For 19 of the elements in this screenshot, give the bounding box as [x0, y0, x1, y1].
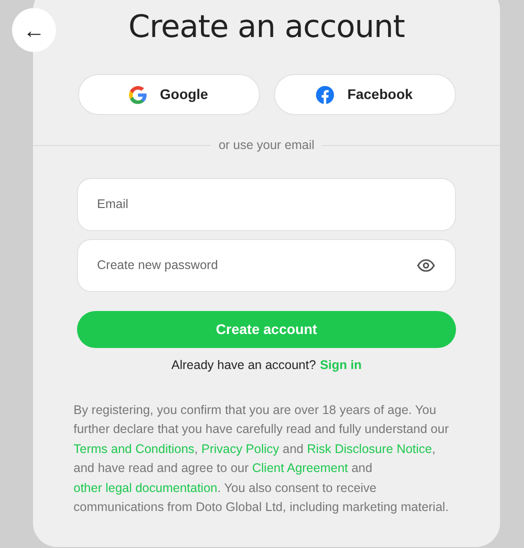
legal-link[interactable]: Client Agreement [252, 461, 348, 475]
signin-prompt: Already have an account? [171, 356, 316, 374]
back-button[interactable]: ← [12, 8, 56, 52]
facebook-button[interactable]: Facebook [274, 74, 456, 115]
divider-text: or use your email [218, 137, 316, 154]
legal-link[interactable]: Privacy Policy [201, 442, 280, 456]
facebook-icon [316, 86, 334, 104]
sign-in-link[interactable]: Sign in [320, 356, 362, 374]
google-button[interactable]: Google [78, 74, 260, 115]
disclaimer-text: By registering, you confirm that you are over 18 years of age. You further declare that you have carefully read and fully understand our Terms and Conditions, Privacy Policy and Risk Disclosure Notice, and have read and agree to our Client Agreement and other legal documentation. You also consent to receive communications from Doto Global Ltd, including marketing material. [74, 402, 450, 516]
password-field[interactable]: Create new password [77, 238, 456, 292]
google-icon [128, 86, 147, 104]
create-account-button[interactable]: Create account [77, 310, 456, 348]
email-field[interactable]: Email [77, 178, 456, 231]
page-title: Create an account [128, 8, 405, 46]
legal-link[interactable]: Terms and Conditions [74, 442, 194, 456]
eye-icon[interactable] [417, 258, 435, 272]
legal-link[interactable]: Risk Disclosure Notice [306, 442, 432, 456]
legal-link[interactable]: other legal documentation [74, 480, 218, 494]
